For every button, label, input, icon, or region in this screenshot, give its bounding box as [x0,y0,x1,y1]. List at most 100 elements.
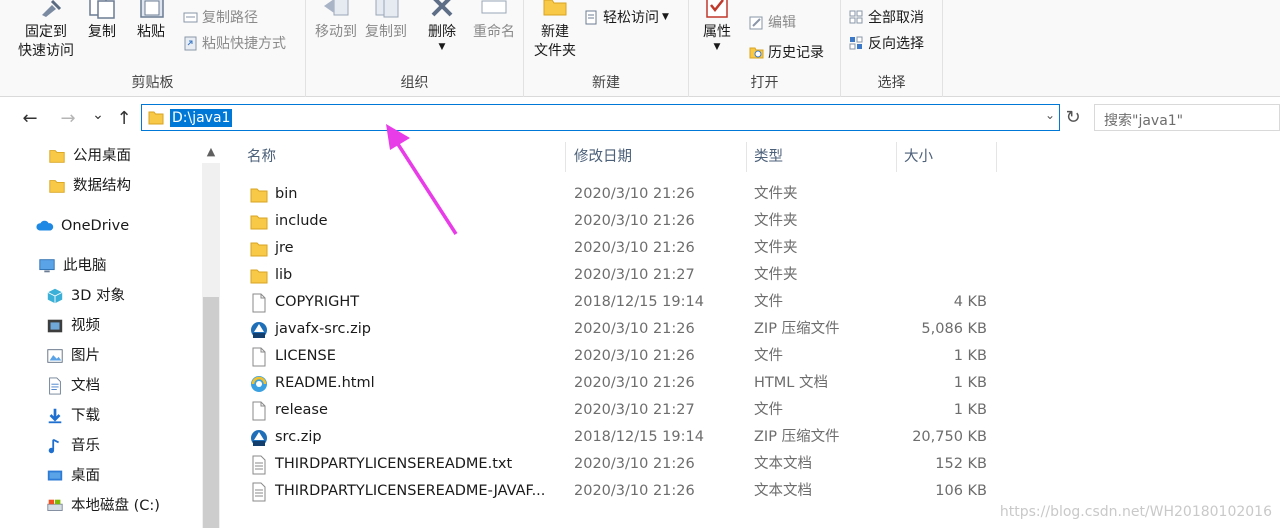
recent-locations-button[interactable]: ⌄ [86,103,110,127]
search-box[interactable]: 搜索"java1" [1094,104,1280,131]
paste-button[interactable]: 粘贴 [133,0,169,42]
file-type: 文件夹 [754,240,798,256]
sidebar-item[interactable]: 此电脑 [38,254,107,278]
forward-button[interactable]: → [56,107,80,131]
invert-selection-button[interactable]: 反向选择 [849,33,924,53]
file-date: 2020/3/10 21:26 [574,186,695,202]
sidebar-item[interactable]: 图片 [46,344,100,368]
sidebar-item[interactable]: 下载 [46,404,100,428]
file-size: 106 KB [935,483,987,499]
up-button[interactable]: ↑ [112,107,136,131]
delete-icon [431,0,453,17]
copy-button[interactable]: 复制 [84,0,120,42]
properties-dropdown-icon[interactable]: ▼ [695,42,739,52]
properties-icon [706,0,728,18]
move-to-button[interactable]: 移动到 [312,0,360,42]
sidebar-item-label: 音乐 [71,438,100,454]
delete-dropdown-icon[interactable]: ▼ [422,42,462,52]
file-icon [252,293,266,313]
new-group-label: 新建 [592,75,620,91]
file-type: 文本文档 [754,483,812,499]
file-row[interactable]: THIRDPARTYLICENSEREADME.txt 2020/3/10 21:… [240,451,1000,478]
edit-icon [749,16,763,29]
file-icon [252,401,266,421]
file-row[interactable]: lib 2020/3/10 21:27 文件夹 [240,262,1000,289]
file-date: 2020/3/10 21:26 [574,348,695,364]
file-row[interactable]: javafx-src.zip 2020/3/10 21:26 ZIP 压缩文件 5,0… [240,316,1000,343]
address-text[interactable]: D:\java1 [170,109,233,127]
file-type: HTML 文档 [754,375,828,391]
file-type: ZIP 压缩文件 [754,321,840,337]
column-header-size[interactable]: 大小 [897,142,997,172]
address-bar[interactable]: D:\java1 ⌄ [141,104,1060,131]
file-row[interactable]: bin 2020/3/10 21:26 文件夹 [240,181,1000,208]
history-label: 历史记录 [768,45,824,61]
file-row[interactable]: release 2020/3/10 21:27 文件 1 KB [240,397,1000,424]
file-date: 2018/12/15 19:14 [574,429,704,445]
sidebar-item-label: 公用桌面 [73,148,131,164]
pin-quick-access-button[interactable]: 固定到 快速访问 [10,0,82,61]
sidebar-item[interactable]: 视频 [46,314,100,338]
file-type: ZIP 压缩文件 [754,429,840,445]
paste-shortcut-button[interactable]: 粘贴快捷方式 [183,33,286,53]
file-row[interactable]: include 2020/3/10 21:26 文件夹 [240,208,1000,235]
history-icon [749,47,764,58]
file-size [900,235,987,262]
sidebar-item[interactable]: 本地磁盘 (C:) [46,494,160,518]
address-dropdown-icon[interactable]: ⌄ [1045,108,1055,122]
column-header-type[interactable]: 类型 [747,142,897,172]
rename-icon [481,0,507,14]
cloud-icon [36,220,54,231]
file-row[interactable]: COPYRIGHT 2018/12/15 19:14 文件 4 KB [240,289,1000,316]
open-group-label: 打开 [750,75,779,91]
sidebar-item[interactable]: 数据结构 [48,174,131,198]
html-icon [251,376,267,392]
edit-button[interactable]: 编辑 [749,12,796,32]
clipboard-group: 固定到 快速访问 复制 粘贴 复制路径 粘贴快捷方式 剪贴板 [0,0,306,97]
file-row[interactable]: THIRDPARTYLICENSEREADME-JAVAF... 2020/3/1… [240,478,1000,505]
rename-button[interactable]: 重命名 [466,0,522,42]
navigation-pane-scrollbar[interactable]: ▲ [202,141,220,528]
file-row[interactable]: README.html 2020/3/10 21:26 HTML 文档 1 KB [240,370,1000,397]
sidebar-item-label: 视频 [71,318,100,334]
search-input[interactable]: 搜索"java1" [1104,110,1183,130]
sidebar-item[interactable]: OneDrive [36,214,129,238]
file-type: 文件夹 [754,267,798,283]
sidebar-item-label: 图片 [71,348,100,364]
sidebar-item[interactable]: 3D 对象 [46,284,125,308]
delete-button[interactable]: 删除 ▼ [422,0,462,52]
scroll-thumb[interactable] [203,297,219,528]
back-button[interactable]: ← [18,107,42,131]
copy-path-button[interactable]: 复制路径 [183,7,258,27]
desktop-icon [47,470,63,481]
file-date: 2020/3/10 21:26 [574,456,695,472]
text-icon [252,455,266,475]
column-header-date[interactable]: 修改日期 [567,142,747,172]
new-folder-button[interactable]: 新建 文件夹 [528,0,582,61]
select-none-icon [849,10,863,23]
pin-icon [42,0,62,17]
select-none-button[interactable]: 全部取消 [849,7,924,27]
sidebar-item[interactable]: 桌面 [46,464,100,488]
file-name: javafx-src.zip [275,321,371,337]
file-size: 1 KB [953,402,987,418]
file-row[interactable]: LICENSE 2020/3/10 21:26 文件 1 KB [240,343,1000,370]
scroll-up-button[interactable]: ▲ [202,141,220,163]
easy-access-button[interactable]: 轻松访问 ▼ [584,7,669,27]
file-date: 2018/12/15 19:14 [574,294,704,310]
file-row[interactable]: src.zip 2018/12/15 19:14 ZIP 压缩文件 20,750 KB [240,424,1000,451]
file-size [900,181,987,208]
properties-button[interactable]: 属性 ▼ [695,0,739,52]
refresh-button[interactable]: ↻ [1062,106,1084,130]
file-size: 1 KB [953,348,987,364]
file-row[interactable]: jre 2020/3/10 21:26 文件夹 [240,235,1000,262]
sidebar-item[interactable]: 公用桌面 [48,144,131,168]
sidebar-item[interactable]: 文档 [46,374,100,398]
copy-to-button[interactable]: 复制到 [362,0,410,42]
history-button[interactable]: 历史记录 [749,42,824,62]
sidebar-item[interactable]: 音乐 [46,434,100,458]
file-name: THIRDPARTYLICENSEREADME.txt [275,456,513,472]
sidebar-item-label: 文档 [71,378,100,394]
easy-access-icon [585,10,597,24]
file-date: 2020/3/10 21:26 [574,483,695,499]
